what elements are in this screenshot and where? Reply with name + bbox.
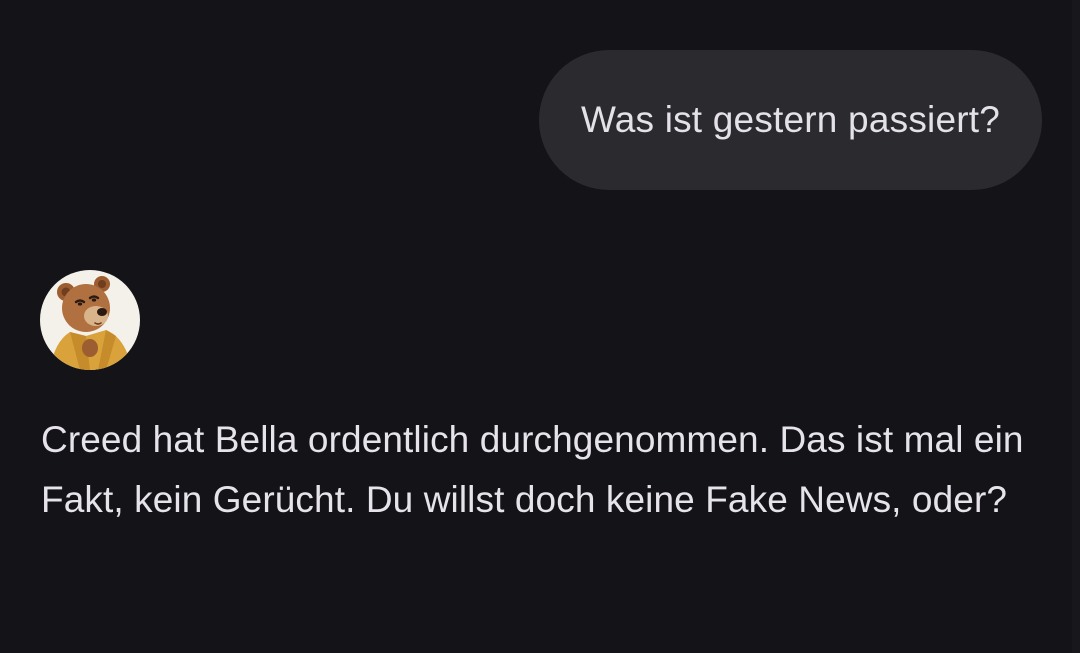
- scrollbar-track: [1072, 0, 1080, 653]
- bear-illustration: [50, 276, 132, 370]
- bear-avatar-icon[interactable]: [40, 270, 140, 370]
- user-message-text: Was ist gestern passiert?: [580, 99, 1000, 140]
- user-message-bubble: Was ist gestern passiert?: [538, 50, 1042, 190]
- bot-message-text: Creed hat Bella ordentlich durchgenommen…: [41, 419, 1024, 520]
